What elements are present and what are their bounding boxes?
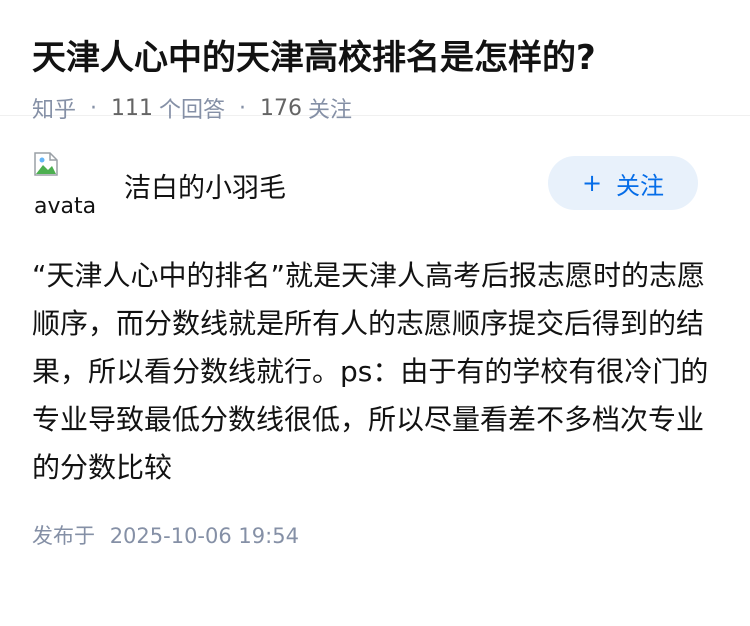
question-header: 天津人心中的天津高校排名是怎样的? 知乎 · 111 个回答 · 176 关注 [0,0,750,123]
avatar-alt-text: avatar [34,194,98,216]
avatar[interactable]: avatar [32,150,98,216]
answer-footer: 发布于 2025-10-06 19:54 [0,492,750,550]
follow-button[interactable]: + 关注 [548,156,698,210]
answer-content: “天津人心中的排名”就是天津人高考后报志愿时的志愿顺序，而分数线就是所有人的志愿… [32,259,709,484]
plus-icon: + [581,169,603,197]
published-time: 2025-10-06 19:54 [109,524,299,548]
author-row: avatar 洁白的小羽毛 + 关注 [0,116,750,226]
broken-image-icon [34,152,58,176]
question-title[interactable]: 天津人心中的天津高校排名是怎样的? [32,34,718,82]
author-name[interactable]: 洁白的小羽毛 [124,166,286,205]
published-label: 发布于 [32,524,95,548]
follow-button-label: 关注 [616,171,665,200]
